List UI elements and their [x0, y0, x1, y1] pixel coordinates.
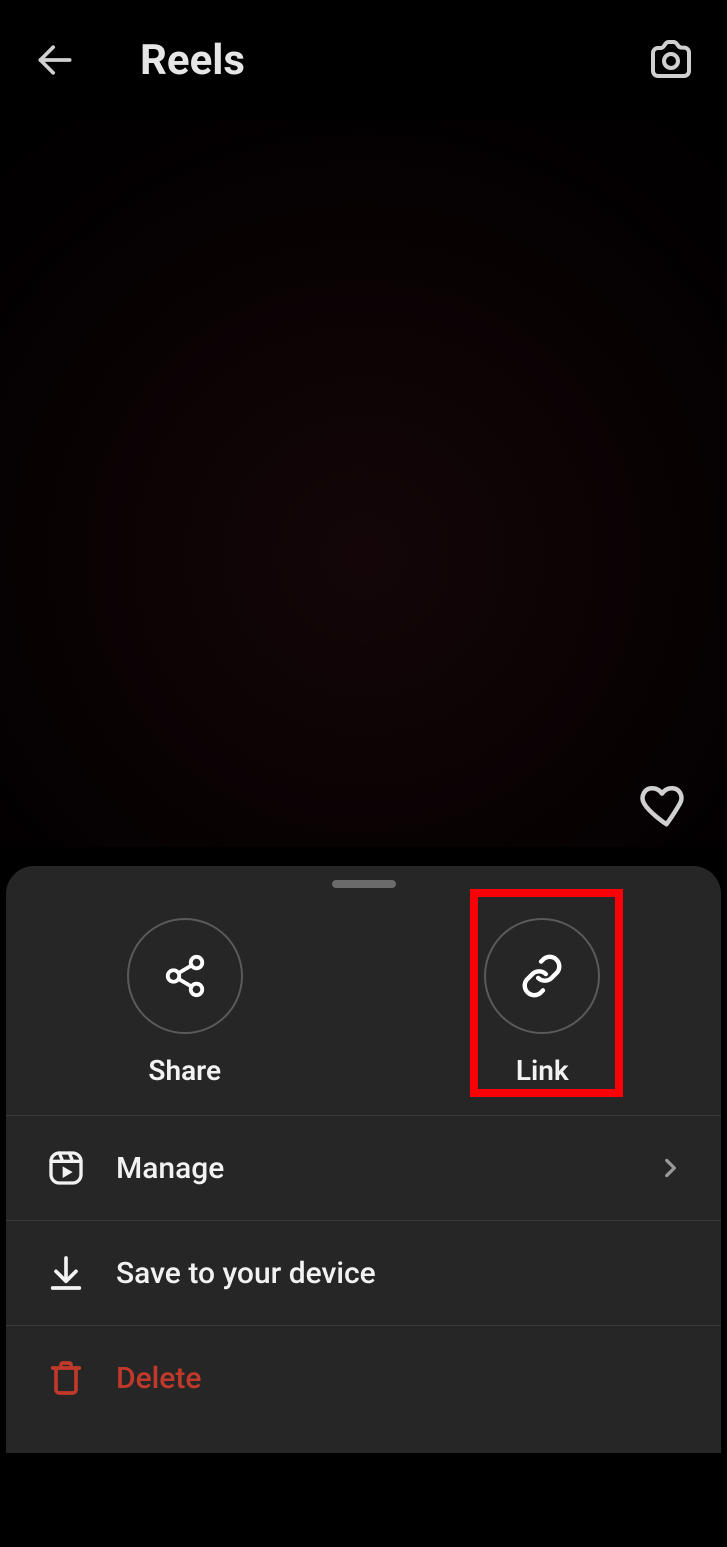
link-label: Link [516, 1054, 569, 1087]
share-icon [162, 953, 208, 999]
link-icon [519, 953, 565, 999]
trash-icon [44, 1356, 88, 1400]
like-button[interactable] [635, 777, 689, 831]
top-bar: Reels [0, 0, 727, 120]
delete-row[interactable]: Delete [6, 1326, 721, 1430]
drag-handle[interactable] [332, 880, 396, 888]
share-action[interactable]: Share [6, 918, 364, 1087]
chevron-right-icon [657, 1155, 683, 1181]
action-sheet: Share Link [6, 866, 721, 1453]
manage-row[interactable]: Manage [6, 1116, 721, 1221]
page-title: Reels [140, 36, 245, 85]
sheet-list: Manage Save to your device [6, 1115, 721, 1430]
share-icon-circle [127, 918, 243, 1034]
share-label: Share [148, 1054, 221, 1087]
camera-button[interactable] [645, 34, 697, 86]
link-icon-circle [484, 918, 600, 1034]
link-action[interactable]: Link [364, 918, 722, 1087]
manage-label: Manage [116, 1151, 657, 1186]
reel-video-area[interactable] [0, 120, 727, 847]
sheet-top-actions: Share Link [6, 908, 721, 1115]
save-label: Save to your device [116, 1256, 683, 1291]
delete-label: Delete [116, 1361, 683, 1396]
back-button[interactable] [30, 35, 80, 85]
save-row[interactable]: Save to your device [6, 1221, 721, 1326]
reels-icon [44, 1146, 88, 1190]
download-icon [44, 1251, 88, 1295]
